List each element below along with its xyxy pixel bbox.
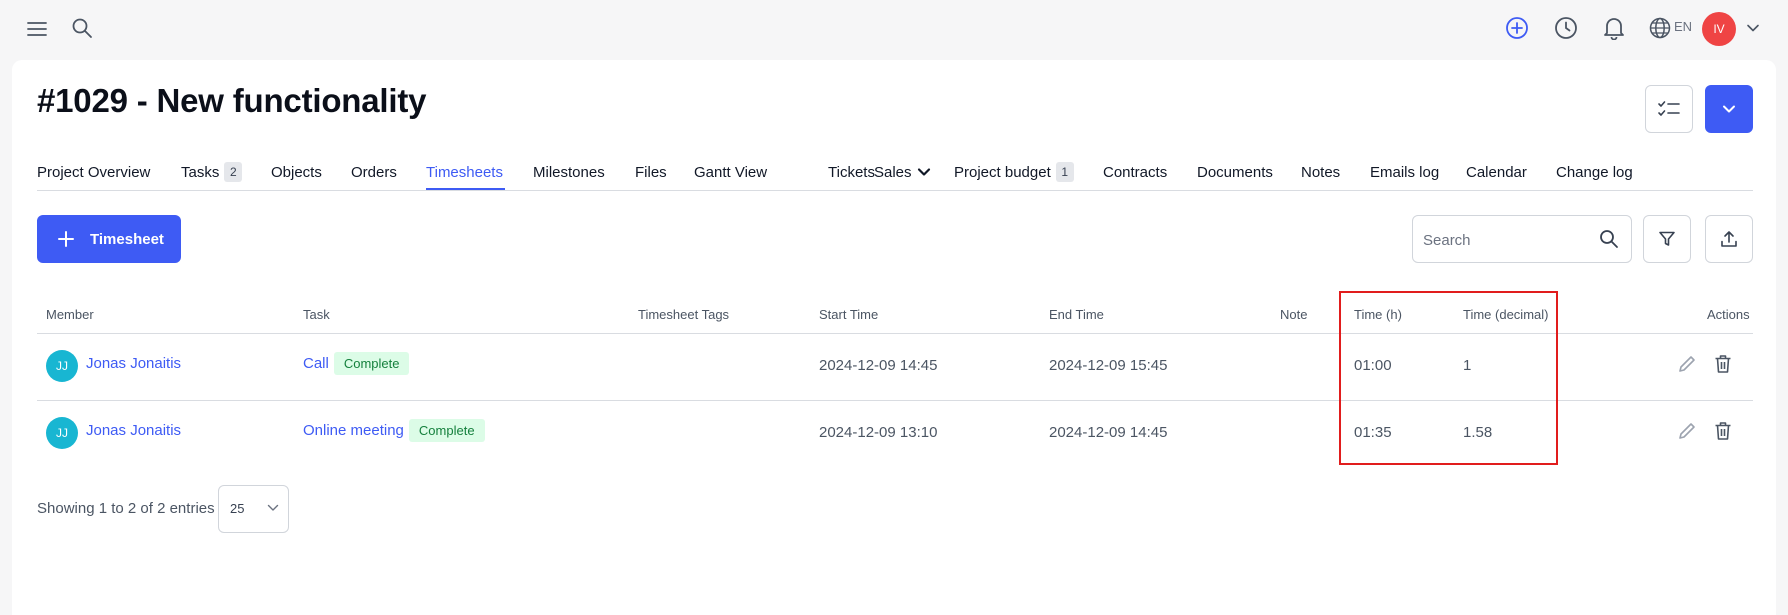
task-cell: Online meeting Complete bbox=[303, 419, 485, 442]
tab-files[interactable]: Files bbox=[635, 161, 667, 183]
search-input[interactable] bbox=[1423, 230, 1583, 250]
chevron-down-icon bbox=[917, 167, 931, 177]
chevron-down-icon bbox=[267, 504, 279, 512]
header-time-decimal[interactable]: Time (decimal) bbox=[1463, 307, 1548, 322]
budget-count-badge: 1 bbox=[1055, 162, 1074, 182]
upload-icon bbox=[1720, 230, 1738, 248]
tab-objects[interactable]: Objects bbox=[271, 161, 322, 183]
tab-sales[interactable]: Sales bbox=[874, 161, 931, 183]
page-size-value: 25 bbox=[230, 501, 245, 516]
add-circle-icon[interactable] bbox=[1501, 12, 1533, 44]
time-h-cell: 01:00 bbox=[1354, 357, 1392, 374]
header-task[interactable]: Task bbox=[303, 307, 330, 322]
add-timesheet-label: Timesheet bbox=[90, 230, 164, 248]
clock-icon[interactable] bbox=[1550, 12, 1582, 44]
checklist-icon bbox=[1657, 99, 1681, 119]
tab-calendar[interactable]: Calendar bbox=[1466, 161, 1527, 183]
checklist-button[interactable] bbox=[1645, 85, 1693, 133]
end-time-cell: 2024-12-09 14:45 bbox=[1049, 424, 1168, 441]
search-box bbox=[1412, 215, 1632, 263]
tab-contracts[interactable]: Contracts bbox=[1103, 161, 1167, 183]
member-link[interactable]: Jonas Jonaitis bbox=[86, 355, 181, 372]
chevron-down-icon bbox=[1722, 104, 1736, 114]
bell-icon[interactable] bbox=[1598, 12, 1630, 44]
header-end-time[interactable]: End Time bbox=[1049, 307, 1104, 322]
options-dropdown-button[interactable] bbox=[1705, 85, 1753, 133]
tab-change-log[interactable]: Change log bbox=[1556, 161, 1633, 183]
search-icon[interactable] bbox=[66, 12, 98, 44]
tab-gantt-view[interactable]: Gantt View bbox=[694, 161, 767, 183]
tasks-count-badge: 2 bbox=[224, 162, 243, 182]
header-timesheet-tags[interactable]: Timesheet Tags bbox=[638, 307, 729, 322]
tab-documents[interactable]: Documents bbox=[1197, 161, 1273, 183]
tab-milestones[interactable]: Milestones bbox=[533, 161, 605, 183]
start-time-cell: 2024-12-09 13:10 bbox=[819, 424, 938, 441]
trash-icon[interactable] bbox=[1709, 417, 1737, 445]
task-link[interactable]: Online meeting bbox=[303, 422, 404, 439]
chevron-down-icon[interactable] bbox=[1737, 12, 1769, 44]
tab-tasks[interactable]: Tasks 2 bbox=[181, 161, 243, 183]
user-avatar[interactable]: IV bbox=[1702, 12, 1736, 46]
entries-info: Showing 1 to 2 of 2 entries bbox=[37, 500, 215, 517]
page-title: #1029 - New functionality bbox=[37, 82, 427, 119]
tab-project-overview[interactable]: Project Overview bbox=[37, 161, 150, 183]
tab-emails-log[interactable]: Emails log bbox=[1370, 161, 1439, 183]
table-row: JJ Jonas Jonaitis Online meeting Complet… bbox=[37, 401, 1753, 468]
plus-icon bbox=[58, 231, 74, 247]
search-icon[interactable] bbox=[1599, 229, 1619, 254]
status-badge: Complete bbox=[408, 419, 485, 442]
task-cell: Call Complete bbox=[303, 352, 410, 375]
tab-project-budget[interactable]: Project budget 1 bbox=[954, 161, 1074, 183]
export-button[interactable] bbox=[1705, 215, 1753, 263]
end-time-cell: 2024-12-09 15:45 bbox=[1049, 357, 1168, 374]
filter-icon bbox=[1658, 230, 1676, 248]
tab-tickets[interactable]: Tickets bbox=[828, 161, 875, 183]
status-badge: Complete bbox=[333, 352, 410, 375]
member-avatar: JJ bbox=[46, 417, 78, 449]
header-time-h[interactable]: Time (h) bbox=[1354, 307, 1402, 322]
menu-icon[interactable] bbox=[21, 13, 53, 45]
time-decimal-cell: 1 bbox=[1463, 357, 1472, 374]
table-row: JJ Jonas Jonaitis Call Complete 2024-12-… bbox=[37, 334, 1753, 401]
add-timesheet-button[interactable]: Timesheet bbox=[37, 215, 181, 263]
header-actions: Actions bbox=[1707, 307, 1750, 322]
globe-icon[interactable] bbox=[1644, 12, 1676, 44]
project-tabs: Project Overview Tasks 2 Objects Orders T… bbox=[37, 158, 1753, 191]
trash-icon[interactable] bbox=[1709, 350, 1737, 378]
tab-notes[interactable]: Notes bbox=[1301, 161, 1340, 183]
tab-orders[interactable]: Orders bbox=[351, 161, 397, 183]
member-link[interactable]: Jonas Jonaitis bbox=[86, 422, 181, 439]
header-start-time[interactable]: Start Time bbox=[819, 307, 878, 322]
time-h-cell: 01:35 bbox=[1354, 424, 1392, 441]
edit-icon[interactable] bbox=[1673, 350, 1701, 378]
edit-icon[interactable] bbox=[1673, 417, 1701, 445]
member-avatar: JJ bbox=[46, 350, 78, 382]
page-size-select[interactable]: 25 bbox=[218, 485, 289, 533]
tab-timesheets[interactable]: Timesheets bbox=[426, 161, 503, 183]
header-member[interactable]: Member bbox=[46, 307, 94, 322]
active-tab-indicator bbox=[426, 188, 505, 190]
language-label[interactable]: EN bbox=[1674, 19, 1692, 34]
time-decimal-cell: 1.58 bbox=[1463, 424, 1493, 441]
filter-button[interactable] bbox=[1643, 215, 1691, 263]
task-link[interactable]: Call bbox=[303, 355, 329, 372]
header-note[interactable]: Note bbox=[1280, 307, 1307, 322]
top-bar: EN IV bbox=[0, 0, 1788, 58]
start-time-cell: 2024-12-09 14:45 bbox=[819, 357, 938, 374]
